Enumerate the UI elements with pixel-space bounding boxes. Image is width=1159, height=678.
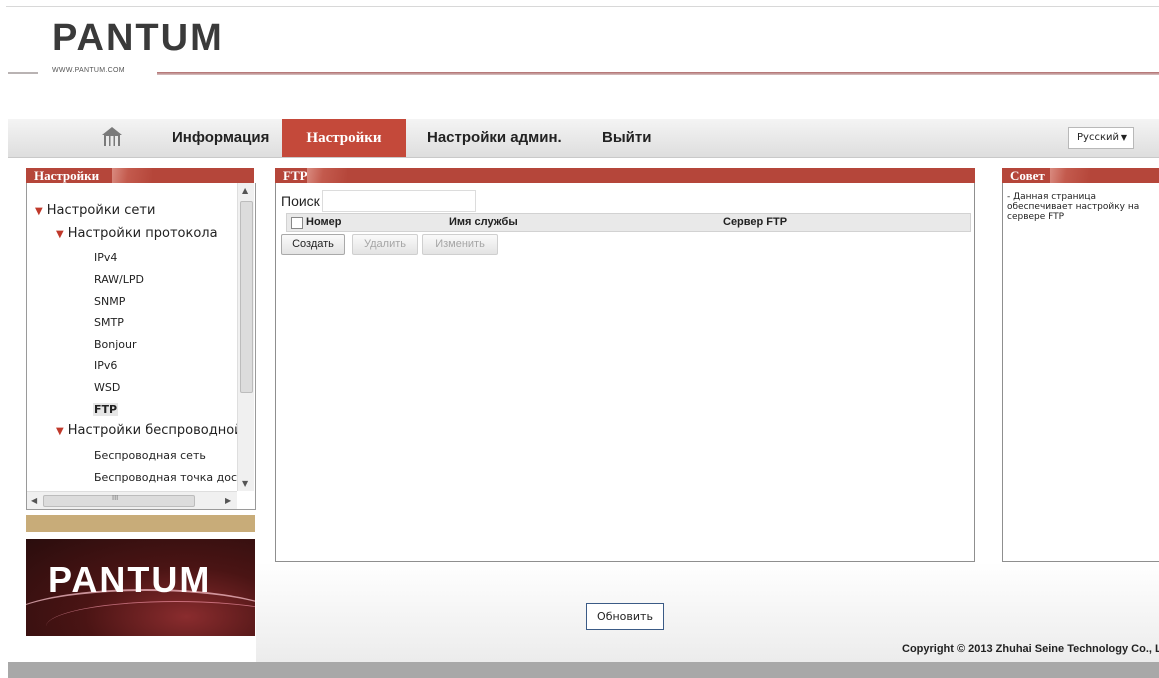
refresh-button[interactable]: Обновить: [586, 603, 664, 630]
chevron-down-icon: ▼: [1120, 133, 1127, 142]
tree-item-raw-lpd[interactable]: RAW/LPD: [94, 273, 144, 286]
pantum-logo: PANTUM: [52, 17, 224, 59]
tip-text: - Данная страница обеспечивает настройку…: [1007, 192, 1140, 222]
promo-logo: PANTUM: [48, 559, 212, 600]
header-tab-decoration: [112, 168, 152, 183]
sidebar-tree-panel: ▼ Настройки сети ▼ Настройки протокола IPv…: [26, 183, 256, 510]
language-select[interactable]: Русский ▼: [1068, 127, 1134, 149]
header-tab-decoration: [307, 168, 347, 183]
sidebar-title: Настройки: [34, 168, 100, 183]
logo-divider-left: [8, 72, 38, 74]
expanded-arrow-icon: ▼: [56, 426, 64, 437]
logo-divider-right: [157, 72, 1159, 75]
vertical-scroll-thumb[interactable]: [240, 201, 253, 393]
copyright-text: Copyright © 2013 Zhuhai Seine Technology…: [902, 643, 1159, 655]
tree-item-snmp[interactable]: SNMP: [94, 295, 125, 308]
tree-item-bonjour[interactable]: Bonjour: [94, 338, 137, 351]
main-panel-header: FTP: [275, 168, 975, 183]
header-tab-decoration: [1050, 168, 1090, 183]
top-divider: [6, 6, 1159, 7]
nav-tab-logout[interactable]: Выйти: [602, 119, 651, 157]
tree-item-smtp[interactable]: SMTP: [94, 316, 124, 329]
scroll-left-icon[interactable]: ◀: [31, 496, 37, 505]
tree-item-network-settings[interactable]: ▼ Настройки сети: [35, 203, 155, 218]
nav-tab-settings[interactable]: Настройки: [282, 119, 406, 157]
scroll-right-icon[interactable]: ▶: [225, 496, 231, 505]
ftp-table-header: Номер Имя службы Сервер FTP: [286, 213, 971, 232]
tree-item-wireless-access-point[interactable]: Беспроводная точка доступ: [94, 471, 237, 484]
tree-item-ftp[interactable]: FTP: [93, 403, 119, 416]
column-header-number[interactable]: Номер: [306, 214, 342, 231]
main-panel-title: FTP: [283, 168, 308, 183]
pantum-promo-banner: PANTUM: [26, 539, 255, 636]
language-select-value: Русский: [1077, 132, 1119, 143]
sidebar-header: Настройки: [26, 168, 254, 183]
scroll-grip: III: [112, 494, 119, 502]
expanded-arrow-icon: ▼: [56, 229, 64, 240]
select-all-checkbox[interactable]: [291, 217, 303, 229]
sidebar-accent-strip: [26, 515, 255, 532]
horizontal-scroll-thumb[interactable]: III: [43, 494, 195, 507]
bottom-bar: [8, 662, 1159, 678]
home-icon[interactable]: [101, 126, 123, 148]
delete-button[interactable]: Удалить: [352, 234, 418, 255]
logo-url-text: WWW.PANTUM.COM: [52, 67, 125, 74]
tip-panel-title: Совет: [1010, 168, 1045, 183]
nav-tab-information[interactable]: Информация: [172, 119, 269, 157]
edit-button[interactable]: Изменить: [422, 234, 498, 255]
search-input[interactable]: [322, 190, 476, 212]
tree-item-wireless-settings[interactable]: ▼ Настройки беспроводной с: [56, 423, 237, 438]
tree-item-ipv4[interactable]: IPv4: [94, 251, 117, 264]
settings-tree: ▼ Настройки сети ▼ Настройки протокола IPv…: [27, 183, 237, 491]
search-label: Поиск: [281, 193, 320, 209]
scroll-down-icon[interactable]: ▼: [242, 479, 248, 488]
tree-item-wsd[interactable]: WSD: [94, 381, 120, 394]
nav-tab-admin-settings[interactable]: Настройки админ.: [427, 119, 562, 157]
tip-panel: - Данная страница обеспечивает настройку…: [1002, 183, 1159, 562]
tip-panel-header: Совет: [1002, 168, 1159, 183]
tree-item-ipv6[interactable]: IPv6: [94, 359, 117, 372]
tree-item-label: Настройки сети: [46, 203, 156, 218]
column-header-service-name[interactable]: Имя службы: [449, 214, 518, 231]
create-button[interactable]: Создать: [281, 234, 345, 255]
column-header-ftp-server[interactable]: Сервер FTP: [723, 214, 787, 231]
expanded-arrow-icon: ▼: [35, 206, 43, 217]
scroll-up-icon[interactable]: ▲: [242, 186, 248, 195]
tree-item-wireless-network[interactable]: Беспроводная сеть: [94, 449, 206, 462]
horizontal-scrollbar[interactable]: ◀ III ▶: [27, 491, 237, 509]
main-nav-bar: Информация Настройки Настройки админ. Вы…: [8, 119, 1159, 158]
tree-item-protocol-settings[interactable]: ▼ Настройки протокола: [56, 226, 218, 241]
tree-item-label: Настройки протокола: [67, 226, 218, 241]
vertical-scrollbar[interactable]: ▲ ▼: [237, 183, 254, 491]
tree-item-label: Настройки беспроводной с: [67, 423, 237, 438]
main-panel: Поиск Номер Имя службы Сервер FTP Создат…: [275, 183, 975, 562]
